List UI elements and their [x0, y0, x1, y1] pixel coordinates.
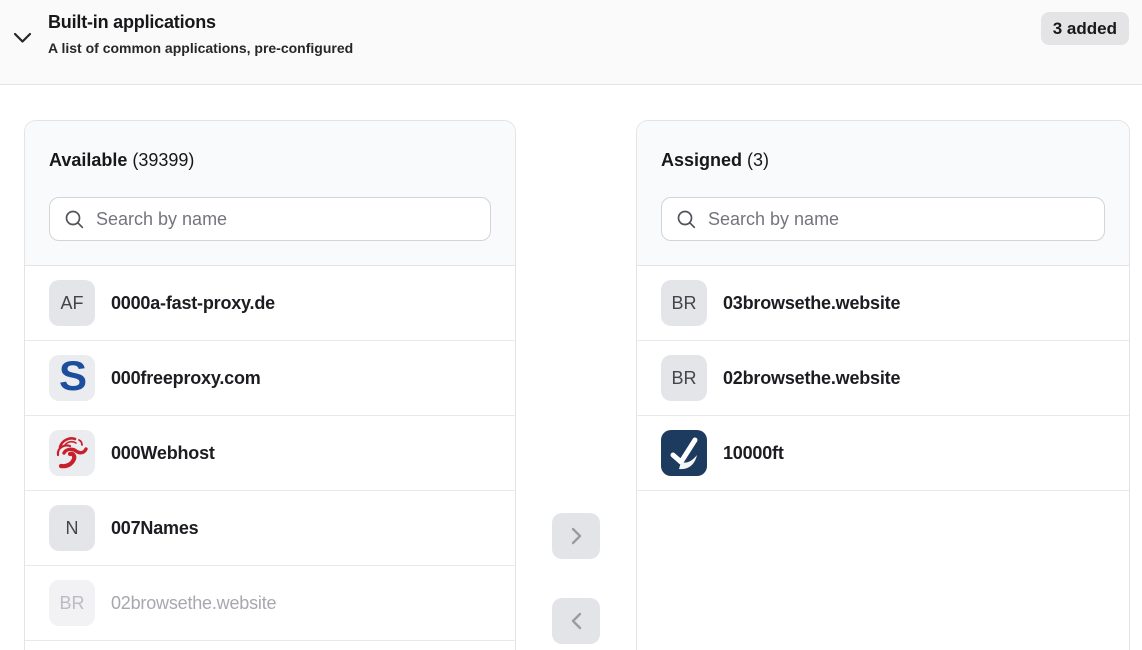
assigned-search-input[interactable]	[708, 209, 1090, 230]
list-item[interactable]: BR 02browsethe.website	[637, 341, 1129, 416]
available-panel-header: Available(39399)	[25, 121, 515, 266]
logo-letter: S	[59, 355, 85, 397]
chevron-down-icon	[13, 32, 32, 44]
assigned-panel-title: Assigned(3)	[661, 150, 1105, 171]
app-initials-avatar: AF	[49, 280, 95, 326]
list-item-disabled: BR 02browsethe.website	[25, 566, 515, 641]
navy-check-logo	[661, 430, 707, 476]
assigned-panel-header: Assigned(3)	[637, 121, 1129, 266]
app-name: 000Webhost	[111, 443, 215, 464]
app-name: 000freeproxy.com	[111, 368, 261, 389]
app-initials-avatar: BR	[661, 355, 707, 401]
available-search-input[interactable]	[96, 209, 476, 230]
assigned-search-box	[661, 197, 1105, 241]
app-name: 10000ft	[723, 443, 784, 464]
section-header: Built-in applications A list of common a…	[0, 0, 1142, 85]
app-name: 03browsethe.website	[723, 293, 900, 314]
list-item[interactable]: 000Webhost	[25, 416, 515, 491]
available-panel: Available(39399) AF 0000a-fast-proxy.de …	[24, 120, 516, 650]
magnifier-icon	[676, 209, 697, 230]
app-initials-avatar: BR	[661, 280, 707, 326]
panel-title-text: Assigned	[661, 150, 742, 170]
app-name: 02browsethe.website	[111, 593, 276, 614]
collapse-section-button[interactable]	[10, 26, 34, 50]
available-search-box	[49, 197, 491, 241]
app-initials-avatar: BR	[49, 580, 95, 626]
move-to-assigned-button[interactable]	[552, 513, 600, 559]
page-title: Built-in applications	[48, 12, 353, 33]
page-subtitle: A list of common applications, pre-confi…	[48, 40, 353, 56]
dual-list-transfer: Available(39399) AF 0000a-fast-proxy.de …	[0, 85, 1142, 650]
chevron-left-icon	[571, 612, 582, 630]
panel-count-text: (3)	[747, 150, 769, 170]
app-initials-avatar: N	[49, 505, 95, 551]
assigned-panel: Assigned(3) BR 03browsethe.website BR 02…	[636, 120, 1130, 650]
list-item[interactable]: AF 0000a-fast-proxy.de	[25, 266, 515, 341]
app-name: 02browsethe.website	[723, 368, 900, 389]
added-count-badge: 3 added	[1041, 12, 1129, 45]
magnifier-icon	[64, 209, 85, 230]
chevron-right-icon	[571, 527, 582, 545]
panel-count-text: (39399)	[132, 150, 194, 170]
available-panel-title: Available(39399)	[49, 150, 491, 171]
list-item[interactable]: BR 03browsethe.website	[637, 266, 1129, 341]
transfer-controls	[516, 85, 636, 650]
app-name: 007Names	[111, 518, 198, 539]
list-item[interactable]: S 000freeproxy.com	[25, 341, 515, 416]
panel-title-text: Available	[49, 150, 127, 170]
red-swirl-logo	[49, 430, 95, 476]
app-name: 0000a-fast-proxy.de	[111, 293, 275, 314]
blue-s-logo: S	[49, 355, 95, 401]
move-to-available-button[interactable]	[552, 598, 600, 644]
list-item[interactable]: 10000ft	[637, 416, 1129, 491]
list-item[interactable]: N 007Names	[25, 491, 515, 566]
